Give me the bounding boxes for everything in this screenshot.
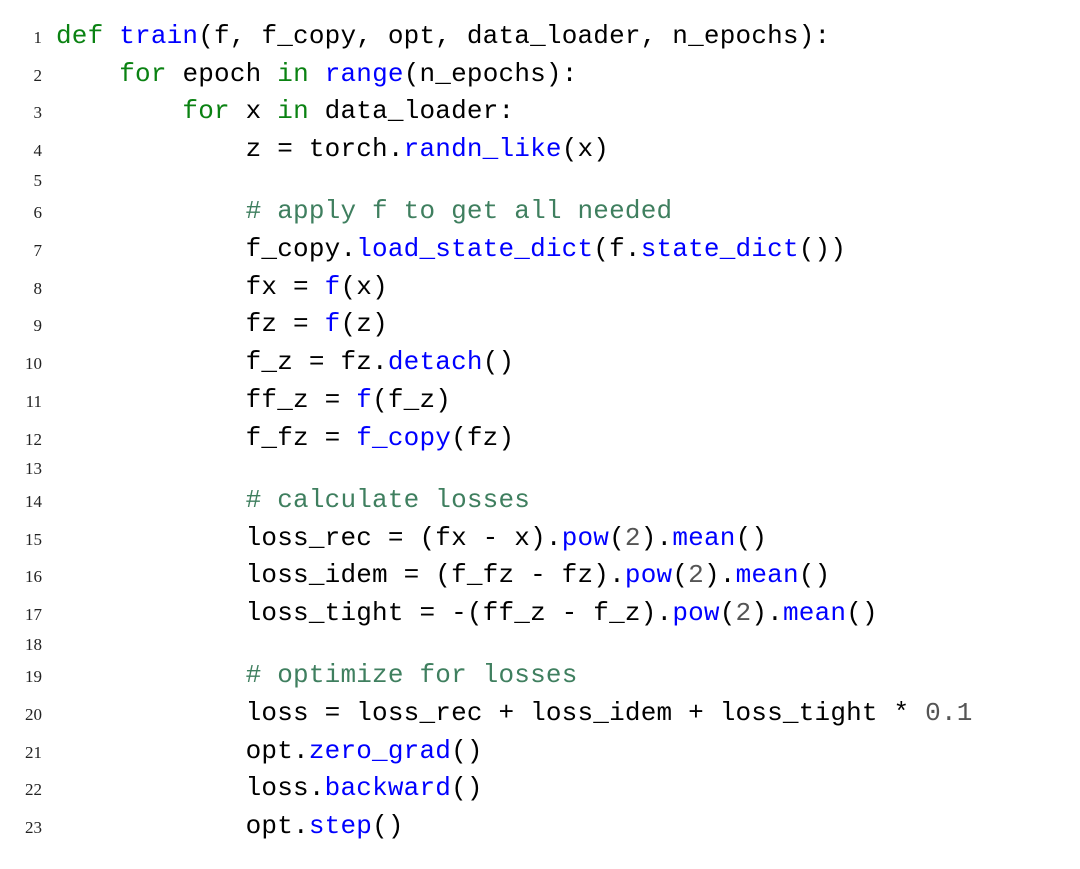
code-content: opt.step() <box>56 808 404 846</box>
code-content: loss_rec = (fx - x).pow(2).mean() <box>56 520 767 558</box>
code-line: 21 opt.zero_grad() <box>0 733 1080 771</box>
code-line: 22 loss.backward() <box>0 770 1080 808</box>
line-number: 10 <box>0 352 56 377</box>
code-line: 16 loss_idem = (f_fz - fz).pow(2).mean() <box>0 557 1080 595</box>
code-line: 18 <box>0 633 1080 658</box>
code-content: # calculate losses <box>56 482 530 520</box>
line-number: 14 <box>0 490 56 515</box>
line-number: 18 <box>0 633 56 658</box>
line-number: 9 <box>0 314 56 339</box>
code-line: 11 ff_z = f(f_z) <box>0 382 1080 420</box>
code-content: opt.zero_grad() <box>56 733 483 771</box>
code-content: z = torch.randn_like(x) <box>56 131 609 169</box>
code-line: 17 loss_tight = -(ff_z - f_z).pow(2).mea… <box>0 595 1080 633</box>
code-line: 9 fz = f(z) <box>0 306 1080 344</box>
code-content: loss_tight = -(ff_z - f_z).pow(2).mean() <box>56 595 878 633</box>
code-content: # optimize for losses <box>56 657 578 695</box>
code-line: 13 <box>0 457 1080 482</box>
line-number: 20 <box>0 703 56 728</box>
code-line: 10 f_z = fz.detach() <box>0 344 1080 382</box>
code-listing: 1def train(f, f_copy, opt, data_loader, … <box>0 0 1080 846</box>
line-number: 15 <box>0 528 56 553</box>
code-line: 1def train(f, f_copy, opt, data_loader, … <box>0 18 1080 56</box>
line-number: 6 <box>0 201 56 226</box>
code-line: 14 # calculate losses <box>0 482 1080 520</box>
code-line: 12 f_fz = f_copy(fz) <box>0 420 1080 458</box>
line-number: 23 <box>0 816 56 841</box>
code-line: 8 fx = f(x) <box>0 269 1080 307</box>
line-number: 11 <box>0 390 56 415</box>
line-number: 1 <box>0 26 56 51</box>
code-line: 3 for x in data_loader: <box>0 93 1080 131</box>
code-content: fx = f(x) <box>56 269 388 307</box>
line-number: 8 <box>0 277 56 302</box>
code-content: fz = f(z) <box>56 306 388 344</box>
line-number: 7 <box>0 239 56 264</box>
code-content: def train(f, f_copy, opt, data_loader, n… <box>56 18 830 56</box>
code-content: f_z = fz.detach() <box>56 344 514 382</box>
code-content: loss_idem = (f_fz - fz).pow(2).mean() <box>56 557 830 595</box>
code-line: 19 # optimize for losses <box>0 657 1080 695</box>
code-content: f_copy.load_state_dict(f.state_dict()) <box>56 231 846 269</box>
code-line: 7 f_copy.load_state_dict(f.state_dict()) <box>0 231 1080 269</box>
line-number: 13 <box>0 457 56 482</box>
code-content: loss = loss_rec + loss_idem + loss_tight… <box>56 695 973 733</box>
line-number: 12 <box>0 428 56 453</box>
code-content: loss.backward() <box>56 770 483 808</box>
code-content: f_fz = f_copy(fz) <box>56 420 514 458</box>
code-content: for epoch in range(n_epochs): <box>56 56 578 94</box>
line-number: 22 <box>0 778 56 803</box>
code-line: 23 opt.step() <box>0 808 1080 846</box>
code-content: for x in data_loader: <box>56 93 514 131</box>
code-line: 20 loss = loss_rec + loss_idem + loss_ti… <box>0 695 1080 733</box>
line-number: 21 <box>0 741 56 766</box>
line-number: 19 <box>0 665 56 690</box>
line-number: 3 <box>0 101 56 126</box>
code-line: 2 for epoch in range(n_epochs): <box>0 56 1080 94</box>
line-number: 4 <box>0 139 56 164</box>
code-content: ff_z = f(f_z) <box>56 382 451 420</box>
line-number: 5 <box>0 169 56 194</box>
code-line: 15 loss_rec = (fx - x).pow(2).mean() <box>0 520 1080 558</box>
code-line: 5 <box>0 169 1080 194</box>
line-number: 17 <box>0 603 56 628</box>
code-line: 4 z = torch.randn_like(x) <box>0 131 1080 169</box>
line-number: 2 <box>0 64 56 89</box>
code-line: 6 # apply f to get all needed <box>0 193 1080 231</box>
code-content: # apply f to get all needed <box>56 193 672 231</box>
line-number: 16 <box>0 565 56 590</box>
